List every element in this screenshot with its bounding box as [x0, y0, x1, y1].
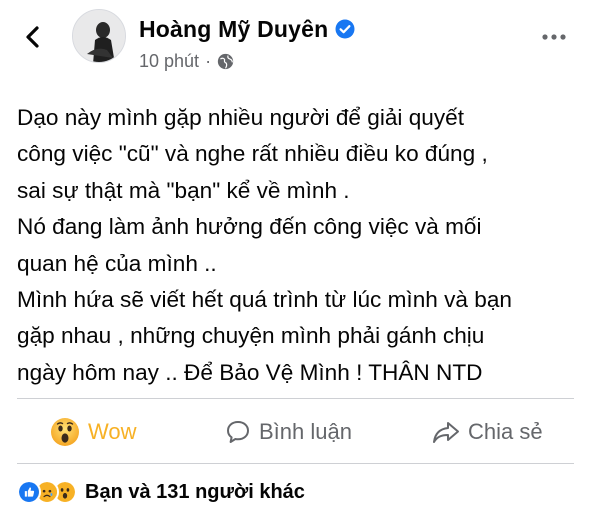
- share-button[interactable]: Chia sẻ: [432, 408, 543, 456]
- globe-icon: [217, 53, 234, 70]
- comment-button[interactable]: Bình luận: [225, 408, 352, 456]
- share-icon: [433, 422, 459, 443]
- author-name[interactable]: Hoàng Mỹ Duyên: [139, 16, 328, 43]
- reactions-summary-text: Bạn và 131 người khác: [85, 480, 305, 503]
- verified-badge-icon: [335, 19, 355, 39]
- post-meta: 10 phút ·: [139, 51, 234, 72]
- more-options-icon[interactable]: [537, 22, 571, 52]
- comment-icon: [227, 421, 249, 443]
- reaction-icons: [17, 480, 77, 504]
- reactions-summary[interactable]: Bạn và 131 người khác: [17, 477, 305, 507]
- divider-top: [17, 398, 574, 399]
- like-reaction-icon: [17, 480, 41, 504]
- avatar-photo: [73, 10, 125, 62]
- meta-separator: ·: [205, 51, 212, 71]
- divider-bottom: [17, 463, 574, 464]
- reaction-button[interactable]: Wow: [50, 408, 137, 456]
- wow-emoji-icon: [51, 418, 79, 446]
- share-label: Chia sẻ: [468, 419, 543, 444]
- post-body-text: Dạo này mình gặp nhiều người để giải quy…: [17, 105, 512, 385]
- back-arrow-icon[interactable]: [18, 22, 48, 52]
- reaction-label: Wow: [88, 419, 137, 444]
- author-row: Hoàng Mỹ Duyên: [139, 12, 355, 46]
- timestamp[interactable]: 10 phút: [139, 51, 199, 72]
- post-header: Hoàng Mỹ Duyên 10 phút ·: [0, 0, 591, 90]
- comment-label: Bình luận: [259, 419, 352, 444]
- action-bar: Wow Bình luận Chia sẻ: [0, 408, 591, 456]
- avatar[interactable]: [72, 9, 126, 63]
